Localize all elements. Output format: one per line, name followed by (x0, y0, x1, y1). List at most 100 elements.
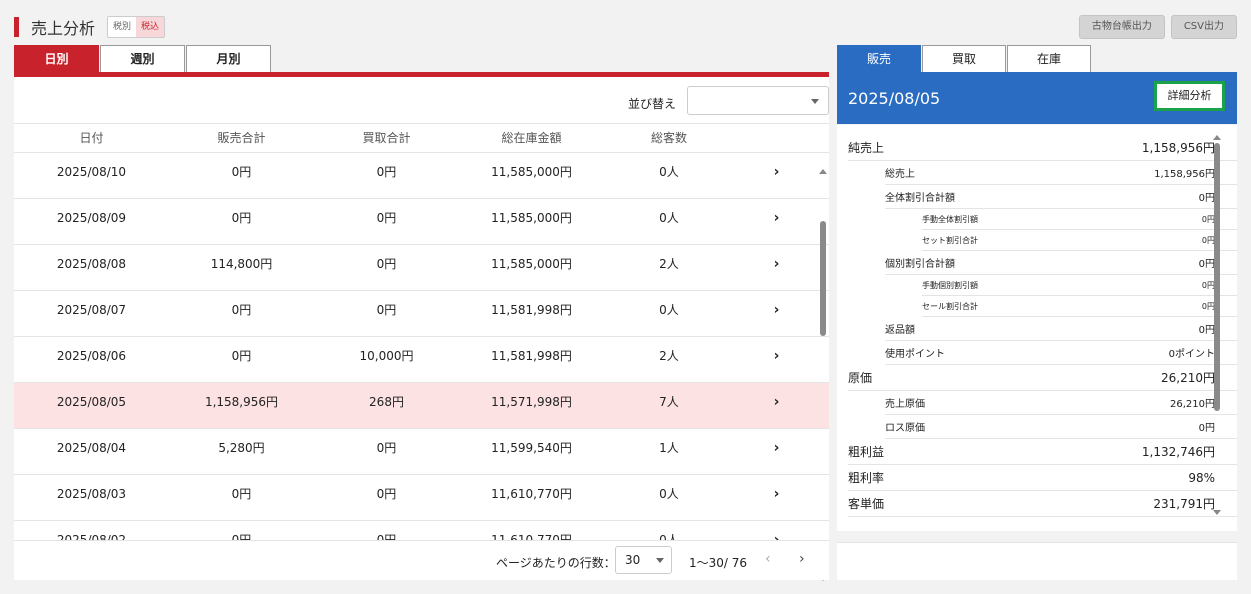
csv-export-button[interactable]: CSV出力 (1170, 15, 1237, 39)
antique-ledger-export-button[interactable]: 古物台帳出力 (1078, 15, 1165, 39)
breakdown-label: 使用ポイント (885, 349, 945, 360)
breakdown-label: セット割引合計 (922, 235, 978, 245)
table-row[interactable]: 2025/08/08 114,800円 0円 11,585,000円 2人 › (14, 245, 829, 291)
breakdown-row: セール割引合計 0円 (922, 296, 1237, 317)
breakdown-row: 総売上 1,158,956円 (885, 161, 1237, 185)
rows-per-page-select[interactable]: 30 (615, 546, 672, 574)
breakdown-row: 客単価 231,791円 (848, 491, 1237, 517)
column-header-purchase-total[interactable]: 買取合計 (314, 124, 459, 152)
breakdown-label: 全体割引合計額 (885, 193, 955, 204)
sort-select[interactable] (687, 86, 829, 115)
cell-sales-total: 1,158,956円 (204, 395, 279, 409)
table-row[interactable]: 2025/08/03 0円 0円 11,610,770円 0人 › (14, 475, 829, 521)
table-row[interactable]: 2025/08/04 5,280円 0円 11,599,540円 1人 › (14, 429, 829, 475)
scroll-thumb[interactable] (820, 221, 826, 336)
breakdown-label: 個別割引合計額 (885, 259, 955, 270)
scroll-up-icon[interactable] (1213, 135, 1221, 140)
chevron-right-icon[interactable]: › (734, 429, 819, 474)
column-header-sales-total[interactable]: 販売合計 (169, 124, 314, 152)
tax-excluded-option[interactable]: 税別 (108, 17, 137, 37)
breakdown-row: 個別割引合計額 0円 (885, 251, 1237, 275)
scroll-up-icon[interactable] (819, 169, 827, 174)
chevron-right-icon[interactable]: › (734, 153, 819, 198)
cell-inventory-total: 11,581,998円 (491, 349, 572, 363)
table-row[interactable]: 2025/08/10 0円 0円 11,585,000円 0人 › (14, 153, 829, 199)
cell-inventory-total: 11,571,998円 (491, 395, 572, 409)
scroll-thumb[interactable] (1214, 143, 1220, 411)
cell-purchase-total: 0円 (376, 303, 397, 317)
cell-customer-count: 2人 (659, 349, 679, 363)
cell-customer-count: 0人 (659, 487, 679, 501)
detail-tabs: 販売 買取 在庫 (837, 45, 1237, 72)
cell-inventory-total: 11,581,998円 (491, 303, 572, 317)
cell-customer-count: 2人 (659, 257, 679, 271)
chevron-right-icon[interactable]: › (734, 475, 819, 520)
cell-customer-count: 1人 (659, 441, 679, 455)
table-header: 日付 販売合計 買取合計 総在庫金額 総客数 (14, 123, 829, 153)
chevron-right-icon[interactable]: › (734, 291, 819, 336)
cell-date: 2025/08/08 (56, 257, 127, 271)
cell-purchase-total: 0円 (376, 441, 397, 455)
table-row[interactable]: 2025/08/09 0円 0円 11,585,000円 0人 › (14, 199, 829, 245)
breakdown-row: 粗利率 98% (848, 465, 1237, 491)
chevron-right-icon[interactable]: › (734, 199, 819, 244)
rows-per-page-value: 30 (625, 553, 641, 567)
cell-inventory-total: 11,585,000円 (491, 165, 572, 179)
cell-date: 2025/08/05 (56, 395, 127, 409)
detail-analysis-button[interactable]: 詳細分析 (1154, 81, 1225, 111)
breakdown-row: 売上原価 26,210円 (885, 391, 1237, 415)
tax-included-option[interactable]: 税込 (136, 17, 165, 37)
tab-inventory[interactable]: 在庫 (1007, 45, 1091, 72)
cell-purchase-total: 0円 (376, 533, 397, 540)
tab-weekly[interactable]: 週別 (100, 45, 185, 72)
column-header-inventory-total[interactable]: 総在庫金額 (459, 124, 604, 152)
page-title: 売上分析 (31, 19, 96, 38)
chevron-right-icon[interactable]: › (734, 245, 819, 290)
column-header-action (734, 124, 819, 152)
tab-sales[interactable]: 販売 (837, 45, 921, 72)
breakdown-value: 0ポイント (1168, 349, 1215, 360)
cell-date: 2025/08/03 (56, 487, 127, 501)
chevron-right-icon[interactable]: › (799, 551, 805, 567)
breakdown-scrollbar[interactable] (1213, 135, 1221, 515)
tax-toggle[interactable]: 税別 税込 (107, 16, 166, 38)
chevron-right-icon[interactable]: › (734, 383, 819, 428)
cell-purchase-total: 0円 (376, 257, 397, 271)
breakdown-row: 手動全体割引額 0円 (922, 209, 1237, 230)
breakdown-value: 231,791円 (1153, 497, 1215, 511)
period-tabs: 日別 週別 月別 (14, 45, 829, 72)
chevron-right-icon[interactable]: › (734, 521, 819, 540)
cell-date: 2025/08/10 (56, 165, 127, 179)
breakdown-row: 全体割引合計額 0円 (885, 185, 1237, 209)
cell-purchase-total: 0円 (376, 165, 397, 179)
tab-daily[interactable]: 日別 (14, 45, 99, 72)
column-header-customer-count[interactable]: 総客数 (604, 124, 734, 152)
table-row[interactable]: 2025/08/02 0円 0円 11,610,770円 0人 › (14, 521, 829, 540)
cell-customer-count: 0人 (659, 211, 679, 225)
cell-sales-total: 0円 (231, 349, 252, 363)
title-accent-bar (14, 17, 19, 37)
breakdown-value: 1,158,956円 (1154, 169, 1215, 180)
cell-sales-total: 0円 (231, 487, 252, 501)
cell-sales-total: 0円 (231, 303, 252, 317)
detail-panel: 販売 買取 在庫 2025/08/05 詳細分析 純売上 1,158,956円 総… (837, 45, 1237, 580)
page-range: 1〜30/ 76 (689, 556, 748, 570)
sort-label: 並び替え (627, 97, 676, 111)
scroll-down-icon[interactable] (1213, 510, 1221, 515)
table-scrollbar[interactable] (819, 169, 827, 581)
table-row[interactable]: 2025/08/07 0円 0円 11,581,998円 0人 › (14, 291, 829, 337)
sort-row: 並び替え (14, 77, 829, 123)
tab-monthly[interactable]: 月別 (186, 45, 271, 72)
breakdown-row: 粗利益 1,132,746円 (848, 439, 1237, 465)
sales-list-panel: 日別 週別 月別 並び替え 日付 販売合計 買取合計 総在庫金額 総客数 202… (14, 45, 829, 581)
breakdown-value: 98% (1188, 470, 1215, 485)
breakdown-row: 純売上 1,158,956円 (848, 135, 1237, 161)
table-row[interactable]: 2025/08/06 0円 10,000円 11,581,998円 2人 › (14, 337, 829, 383)
breakdown-row: セット割引合計 0円 (922, 230, 1237, 251)
chevron-left-icon[interactable]: ‹ (765, 551, 771, 567)
breakdown-label: 返品額 (885, 325, 915, 336)
table-row-selected[interactable]: 2025/08/05 1,158,956円 268円 11,571,998円 7… (14, 383, 829, 429)
column-header-date[interactable]: 日付 (14, 124, 169, 152)
tab-purchase[interactable]: 買取 (922, 45, 1006, 72)
chevron-right-icon[interactable]: › (734, 337, 819, 382)
